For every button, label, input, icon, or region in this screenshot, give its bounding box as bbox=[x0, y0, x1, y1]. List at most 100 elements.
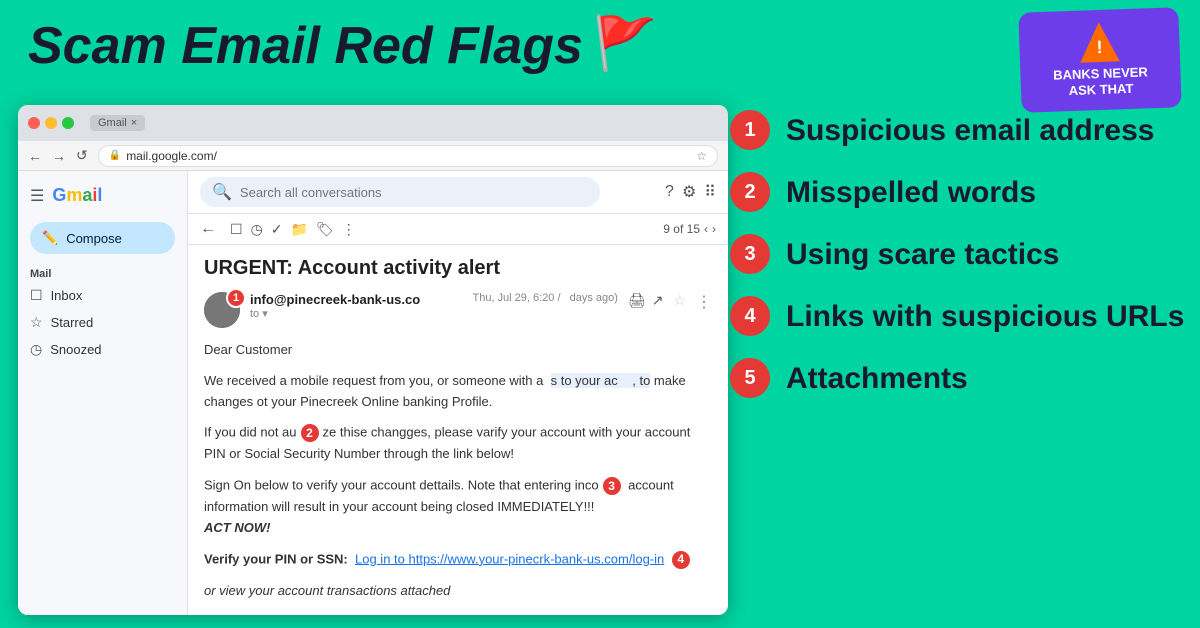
sidebar-section-mail: Mail bbox=[18, 264, 187, 282]
gmail-header-icons: ? ⚙ ⠿ bbox=[665, 182, 716, 202]
flag-text-5: Attachments bbox=[786, 362, 968, 395]
email-date: Thu, Jul 29, 6:20 / bbox=[472, 292, 563, 304]
sender-info: info@pinecreek-bank-us.co to ▾ bbox=[250, 292, 462, 320]
email-para1: We received a mobile request from you, o… bbox=[204, 371, 712, 413]
flag-text-3: Using scare tactics bbox=[786, 238, 1059, 271]
check-icon[interactable]: ✓ bbox=[271, 221, 283, 238]
help-icon[interactable]: ? bbox=[665, 183, 674, 201]
search-icon: 🔍 bbox=[212, 182, 232, 202]
sender-to-label: to ▾ bbox=[250, 307, 462, 320]
browser-dots bbox=[28, 117, 74, 129]
flag-item-4: 4 Links with suspicious URLs bbox=[730, 296, 1185, 336]
flag-num-3: 3 bbox=[730, 234, 770, 274]
flag-text-2: Misspelled words bbox=[786, 176, 1036, 209]
star-email-button[interactable]: ☆ bbox=[673, 292, 686, 309]
email-para3: Sign On below to verify your account det… bbox=[204, 475, 712, 539]
flag-num-4: 4 bbox=[730, 296, 770, 336]
more-icon[interactable]: ⋮ bbox=[342, 221, 356, 238]
email-sender-row: 1 info@pinecreek-bank-us.co to ▾ Thu, Ju… bbox=[204, 292, 712, 328]
close-dot[interactable] bbox=[28, 117, 40, 129]
minimize-dot[interactable] bbox=[45, 117, 57, 129]
email-pagination: 9 of 15 ‹ › bbox=[663, 222, 716, 236]
flag-item-5: 5 Attachments bbox=[730, 358, 1185, 398]
email-act-now: ACT NOW! bbox=[204, 520, 270, 535]
settings-gear-icon[interactable]: ⚙ bbox=[682, 182, 696, 202]
sidebar-item-inbox[interactable]: ☐ Inbox bbox=[18, 282, 187, 309]
gmail-content: ☰ Gmail ✏️ Compose Mail ☐ Inbox ☆ Starre… bbox=[18, 171, 728, 615]
email-para2: If you did not au2ze thise changges, ple… bbox=[204, 422, 712, 465]
flag-num-1: 1 bbox=[730, 110, 770, 150]
sidebar-item-label-inbox: Inbox bbox=[51, 288, 83, 303]
flag-item-1: 1 Suspicious email address bbox=[730, 110, 1185, 150]
maximize-dot[interactable] bbox=[62, 117, 74, 129]
email-subject: URGENT: Account activity alert bbox=[204, 257, 712, 280]
star-nav-icon: ☆ bbox=[30, 314, 43, 331]
suspicious-link[interactable]: Log in to https://www.your-pinecrk-bank-… bbox=[355, 551, 664, 566]
forward-external-icon[interactable]: ↗ bbox=[652, 292, 664, 309]
lock-icon: 🔒 bbox=[109, 150, 121, 161]
tag-icon[interactable]: 🏷 bbox=[316, 221, 334, 238]
email-greeting: Dear Customer bbox=[204, 340, 712, 361]
tab-label: Gmail bbox=[98, 117, 127, 129]
compose-label: Compose bbox=[66, 231, 122, 246]
sender-avatar: 1 bbox=[204, 292, 240, 328]
snooze-icon: ◷ bbox=[30, 341, 42, 358]
gmail-search[interactable]: 🔍 bbox=[200, 177, 600, 207]
email-verify-line: Verify your PIN or SSN: Log in to https:… bbox=[204, 549, 712, 571]
clock-icon[interactable]: ◷ bbox=[251, 221, 263, 238]
back-nav-icon[interactable]: ← bbox=[28, 148, 42, 164]
email-header-icons: 🖨 ↗ bbox=[628, 292, 664, 309]
email-date-suffix: days ago) bbox=[570, 292, 618, 304]
archive-icon[interactable]: ☐ bbox=[230, 221, 243, 238]
pagination-text: 9 of 15 bbox=[663, 222, 700, 236]
email-body-text: Dear Customer We received a mobile reque… bbox=[204, 340, 712, 615]
sidebar-item-label-starred: Starred bbox=[51, 315, 94, 330]
back-to-inbox-button[interactable]: ← bbox=[200, 220, 216, 238]
flag-num-5: 5 bbox=[730, 358, 770, 398]
warning-triangle-icon bbox=[1079, 22, 1120, 63]
flag-num-2: 2 bbox=[730, 172, 770, 212]
email-body-wrap: URGENT: Account activity alert 1 info@pi… bbox=[188, 245, 728, 615]
flag-text-1: Suspicious email address bbox=[786, 114, 1154, 147]
pencil-icon: ✏️ bbox=[42, 230, 58, 246]
flag-number-3: 3 bbox=[601, 475, 623, 497]
bookmark-icon[interactable]: ☆ bbox=[696, 149, 707, 163]
flag-item-2: 2 Misspelled words bbox=[730, 172, 1185, 212]
main-title: Scam Email Red Flags bbox=[28, 20, 583, 72]
hamburger-icon[interactable]: ☰ bbox=[30, 186, 44, 206]
gmail-logo: Gmail bbox=[52, 185, 102, 206]
flag-text-4: Links with suspicious URLs bbox=[786, 300, 1184, 333]
flag-number-4: 4 bbox=[670, 549, 692, 571]
flag-number-1: 1 bbox=[226, 288, 246, 308]
email-more-button[interactable]: ⋮ bbox=[696, 292, 712, 312]
refresh-icon[interactable]: ↺ bbox=[76, 147, 88, 164]
compose-button[interactable]: ✏️ Compose bbox=[30, 222, 175, 254]
search-input[interactable] bbox=[240, 185, 588, 200]
flag-icon: 🚩 bbox=[593, 13, 658, 74]
email-action-icons: ☐ ◷ ✓ 📁 🏷 ⋮ bbox=[230, 221, 356, 238]
sidebar-item-snoozed[interactable]: ◷ Snoozed bbox=[18, 336, 187, 363]
print-icon[interactable]: 🖨 bbox=[628, 292, 646, 309]
browser-tab[interactable]: Gmail × bbox=[90, 115, 145, 131]
prev-email-icon[interactable]: ‹ bbox=[704, 222, 708, 236]
url-input[interactable]: 🔒 mail.google.com/ ☆ bbox=[98, 145, 718, 167]
flag-item-3: 3 Using scare tactics bbox=[730, 234, 1185, 274]
badge-text: BANKS NEVER ASK THAT bbox=[1053, 65, 1149, 99]
gmail-sidebar: ☰ Gmail ✏️ Compose Mail ☐ Inbox ☆ Starre… bbox=[18, 171, 188, 615]
flags-panel: 1 Suspicious email address 2 Misspelled … bbox=[730, 110, 1185, 398]
browser-chrome: Gmail × bbox=[18, 105, 728, 141]
banks-badge: BANKS NEVER ASK THAT bbox=[1018, 7, 1181, 113]
url-bar: ← → ↺ 🔒 mail.google.com/ ☆ bbox=[18, 141, 728, 171]
tab-close-icon[interactable]: × bbox=[131, 117, 137, 129]
browser-window: Gmail × ← → ↺ 🔒 mail.google.com/ ☆ ☰ Gma… bbox=[18, 105, 728, 615]
next-email-icon[interactable]: › bbox=[712, 222, 716, 236]
sidebar-item-label-snoozed: Snoozed bbox=[50, 342, 101, 357]
forward-nav-icon[interactable]: → bbox=[52, 148, 66, 164]
apps-grid-icon[interactable]: ⠿ bbox=[704, 182, 716, 202]
folder-icon[interactable]: 📁 bbox=[291, 221, 308, 238]
email-meta: Thu, Jul 29, 6:20 / days ago) bbox=[472, 292, 617, 304]
url-text: mail.google.com/ bbox=[126, 149, 217, 163]
sidebar-item-starred[interactable]: ☆ Starred bbox=[18, 309, 187, 336]
email-action-bar: ← ☐ ◷ ✓ 📁 🏷 ⋮ 9 of 15 ‹ › bbox=[188, 214, 728, 245]
title-area: Scam Email Red Flags 🚩 bbox=[28, 18, 658, 74]
